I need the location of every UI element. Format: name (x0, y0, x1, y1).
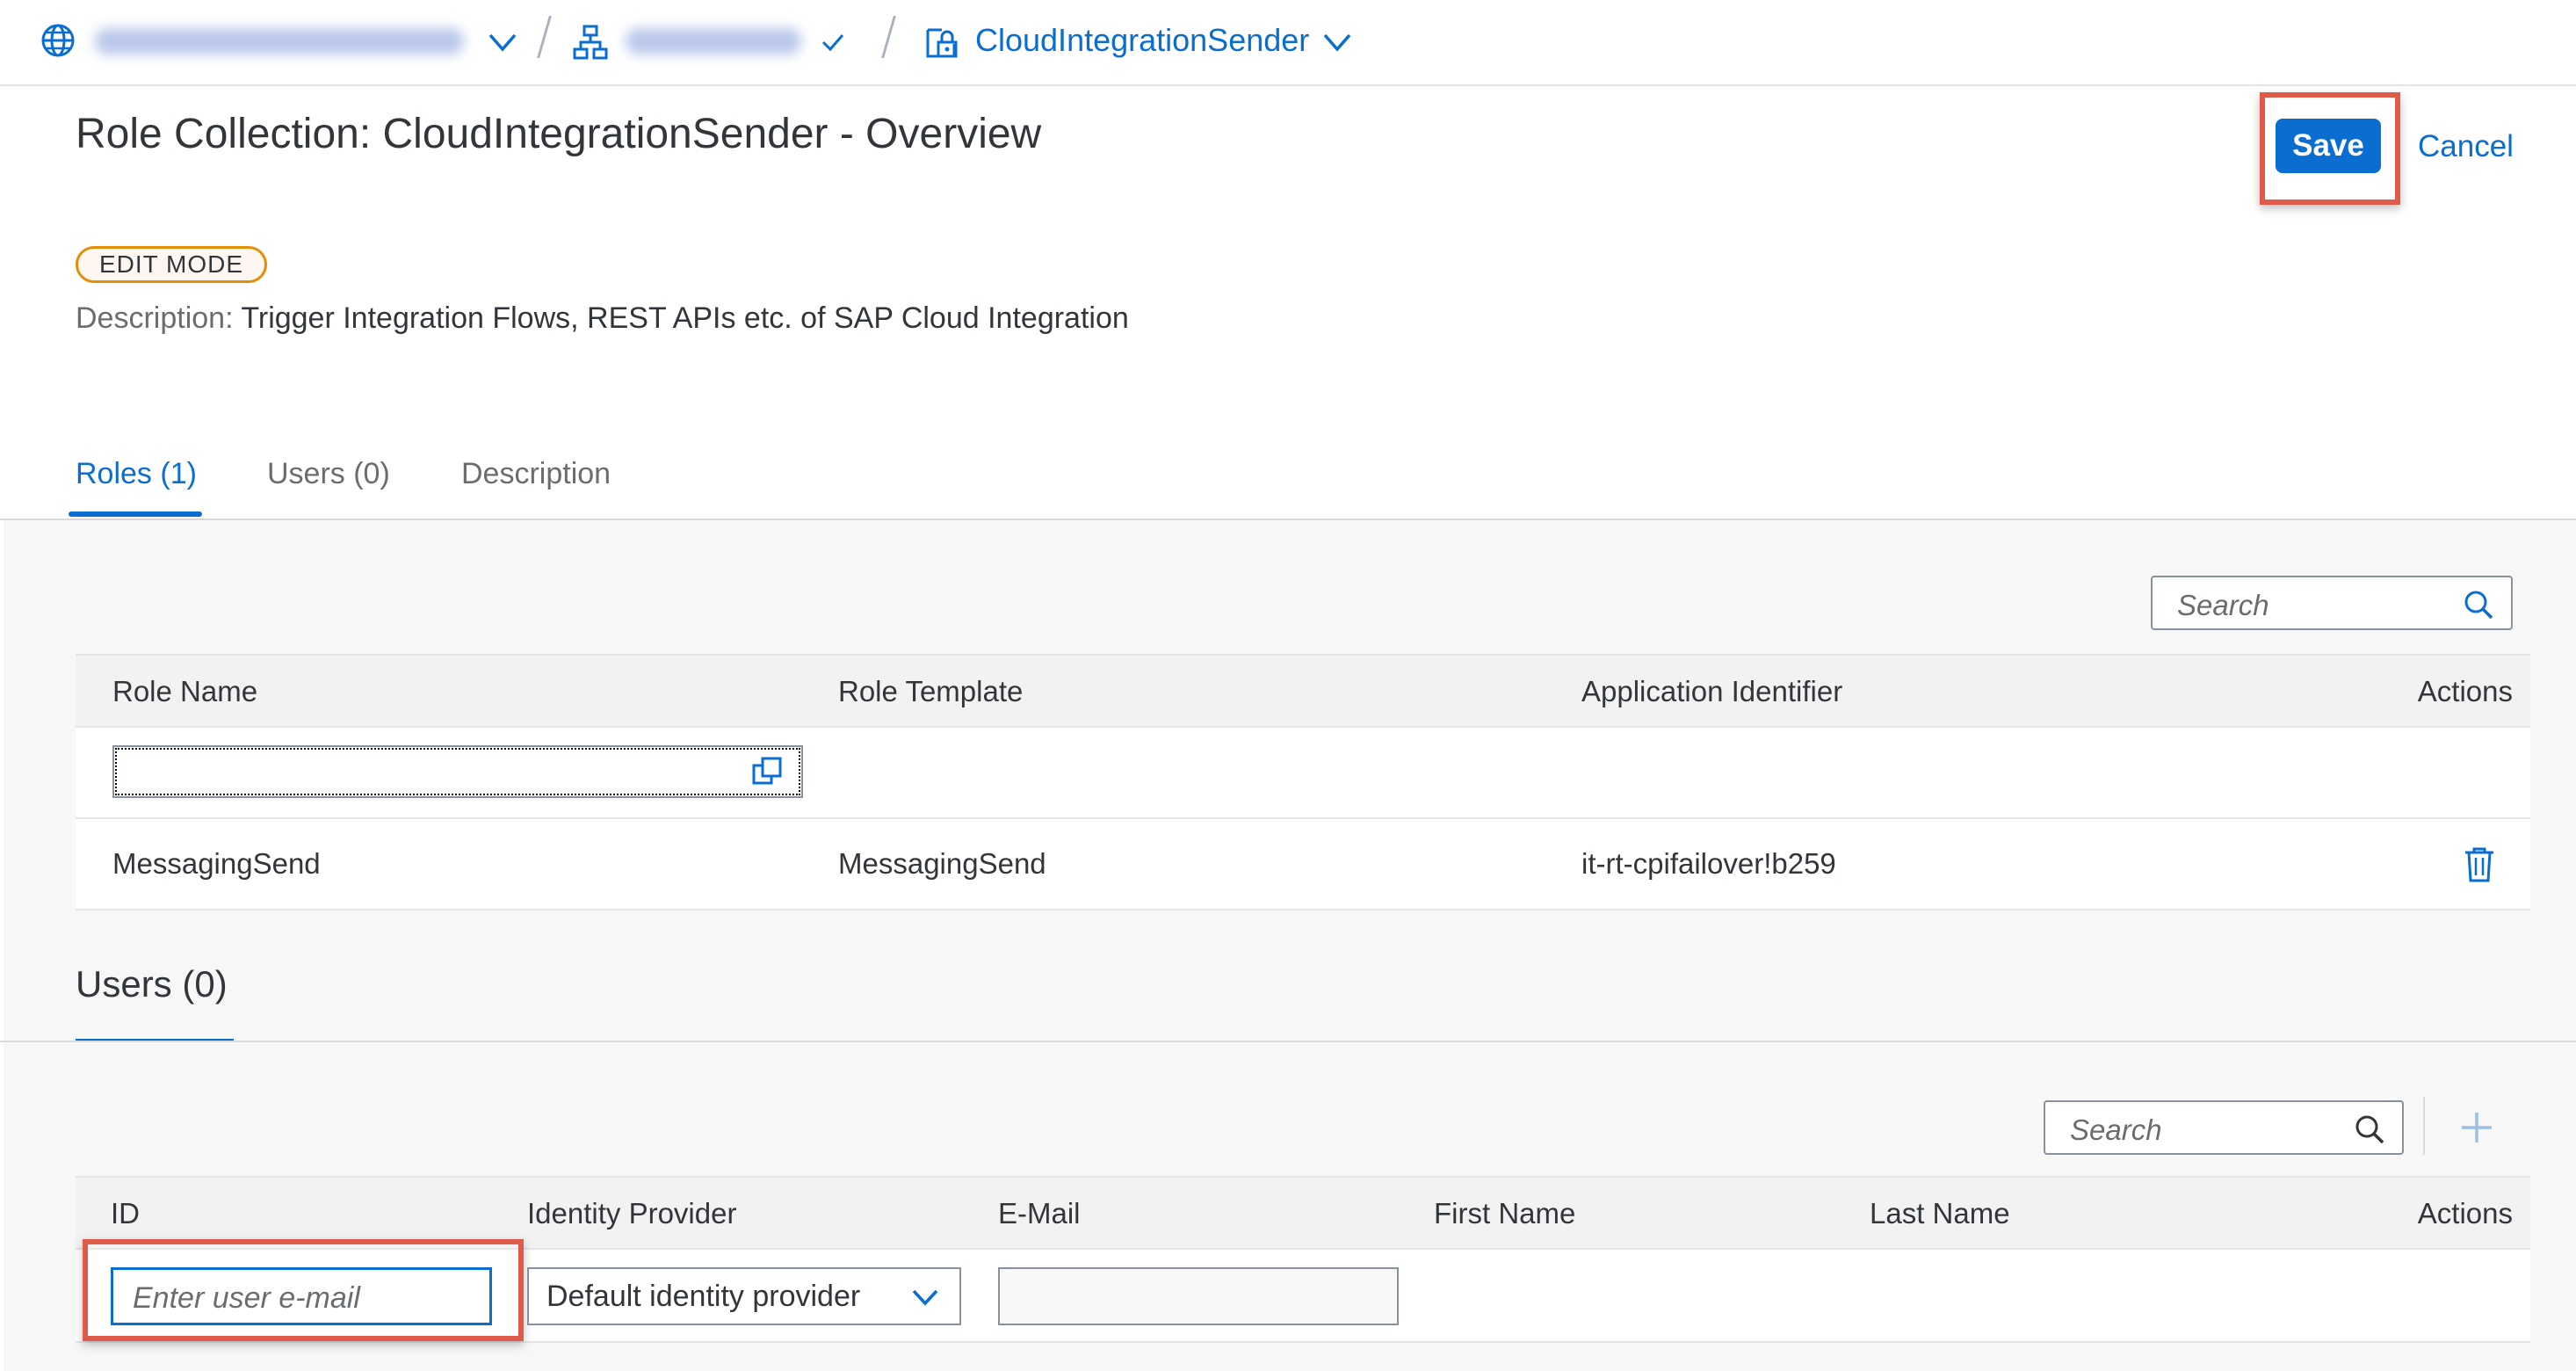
toolbar-separator (2423, 1097, 2425, 1155)
check-icon (821, 34, 844, 52)
edit-mode-badge: EDIT MODE (76, 246, 268, 283)
roles-search-input[interactable]: Search (2151, 576, 2513, 630)
globe-icon (41, 24, 75, 57)
column-header-email: E-Mail (998, 1197, 1081, 1230)
description-line: Description: Trigger Integration Flows, … (76, 301, 1129, 336)
breadcrumb-bar: CloudIntegrationSender (0, 0, 2576, 86)
chevron-down-icon[interactable] (485, 26, 520, 58)
search-icon[interactable] (2462, 588, 2495, 621)
breadcrumb-item-2-redacted[interactable] (626, 28, 801, 54)
users-search-input[interactable]: Search (2044, 1100, 2404, 1155)
description-value: Trigger Integration Flows, REST APIs etc… (241, 301, 1129, 335)
users-section-title: Users (0) (76, 963, 228, 1005)
breadcrumb-item-role-collection[interactable]: CloudIntegrationSender (975, 22, 1309, 59)
chevron-down-icon[interactable] (908, 1281, 942, 1313)
tab-users[interactable]: Users (0) (267, 457, 390, 491)
column-header-last-name: Last Name (1870, 1197, 2010, 1230)
application-identifier-cell: it-rt-cpifailover!b259 (1581, 847, 1836, 880)
user-email-input[interactable]: Enter user e-mail (111, 1267, 492, 1325)
column-header-first-name: First Name (1434, 1197, 1576, 1230)
breadcrumb-item-1-redacted[interactable] (95, 28, 464, 54)
role-name-cell: MessagingSend (112, 847, 321, 880)
role-name-input[interactable] (112, 745, 803, 798)
search-placeholder: Search (2070, 1113, 2162, 1146)
value-help-icon[interactable] (750, 755, 784, 788)
identity-provider-select[interactable]: Default identity provider (527, 1267, 961, 1325)
identity-provider-value: Default identity provider (546, 1280, 861, 1313)
cancel-button[interactable]: Cancel (2418, 129, 2514, 164)
role-template-cell: MessagingSend (838, 847, 1046, 880)
column-header-application-identifier: Application Identifier (1581, 675, 1843, 707)
description-label: Description: (76, 301, 234, 335)
search-icon[interactable] (2353, 1113, 2386, 1146)
tab-roles[interactable]: Roles (1) (76, 457, 197, 491)
column-header-actions: Actions (2417, 675, 2513, 707)
column-header-role-name: Role Name (112, 675, 258, 707)
table-row[interactable]: MessagingSend MessagingSend it-rt-cpifai… (76, 819, 2530, 910)
email-field[interactable] (998, 1267, 1399, 1325)
active-tab-indicator (69, 511, 202, 517)
chevron-down-icon[interactable] (1320, 26, 1355, 58)
column-header-identity-provider: Identity Provider (527, 1197, 737, 1230)
column-header-id: ID (111, 1197, 140, 1230)
user-email-placeholder: Enter user e-mail (133, 1281, 360, 1315)
tab-description[interactable]: Description (461, 457, 611, 491)
lock-icon (926, 28, 958, 58)
delete-icon[interactable] (2462, 845, 2497, 884)
search-placeholder: Search (2177, 589, 2269, 621)
save-button[interactable]: Save (2276, 119, 2381, 173)
hierarchy-icon (573, 25, 608, 60)
divider (0, 1041, 2576, 1042)
column-header-role-template: Role Template (838, 675, 1024, 707)
add-icon[interactable] (2458, 1109, 2495, 1146)
role-input-row (76, 728, 2530, 819)
roles-table-header: Role Name Role Template Application Iden… (76, 654, 2530, 728)
breadcrumb-separator (537, 16, 552, 58)
page-title: Role Collection: CloudIntegrationSender … (76, 111, 1042, 157)
column-header-actions: Actions (2417, 1197, 2513, 1230)
breadcrumb-separator (881, 16, 896, 58)
